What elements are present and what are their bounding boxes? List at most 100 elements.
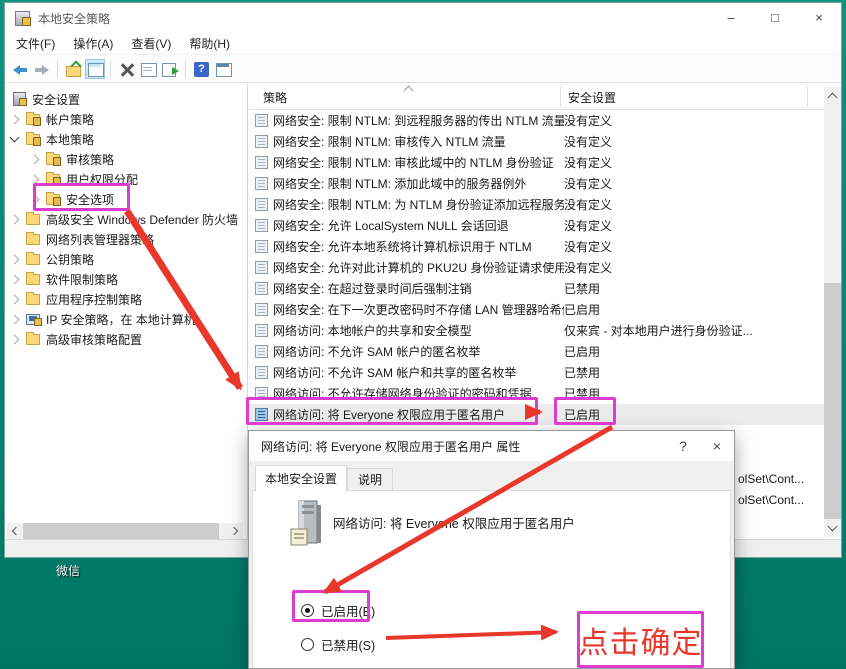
policy-row[interactable]: 网络访问: 将 Everyone 权限应用于匿名用户已启用: [249, 404, 824, 425]
tree-item-5[interactable]: 安全选项: [5, 189, 247, 209]
chevron-right-icon[interactable]: [10, 114, 20, 124]
dialog-close-button[interactable]: ×: [700, 431, 734, 461]
tree-horizontal-scrollbar[interactable]: [7, 523, 243, 539]
hidden-row-fragment: olSet\Cont...: [738, 493, 804, 507]
console-tree-pane: 安全设置帐户策略本地策略审核策略用户权限分配安全选项高级安全 Windows D…: [5, 83, 248, 541]
policy-name-cell: 网络安全: 限制 NTLM: 到远程服务器的传出 NTLM 流量: [273, 112, 564, 129]
policy-doc-icon: [255, 303, 268, 316]
tree-item-label: 本地策略: [46, 131, 94, 148]
menu-item-1[interactable]: 操作(A): [64, 33, 122, 55]
chevron-right-icon[interactable]: [30, 194, 40, 204]
policy-name-cell: 网络安全: 允许对此计算机的 PKU2U 身份验证请求使用联...: [273, 259, 564, 276]
title-bar[interactable]: 本地安全策略 – □ ×: [5, 3, 841, 33]
tree-item-11[interactable]: IP 安全策略，在 本地计算机: [5, 309, 247, 329]
toolbar-separator: [185, 60, 186, 78]
policy-row[interactable]: 网络安全: 限制 NTLM: 审核传入 NTLM 流量没有定义: [249, 131, 824, 152]
tree-item-7[interactable]: 网络列表管理器策略: [5, 229, 247, 249]
policy-row[interactable]: 网络安全: 允许本地系统将计算机标识用于 NTLM没有定义: [249, 236, 824, 257]
security-setting-cell: 仅来宾 - 对本地用户进行身份验证...: [564, 322, 819, 339]
tree-item-1[interactable]: 帐户策略: [5, 109, 247, 129]
menu-item-0[interactable]: 文件(F): [7, 33, 64, 55]
folder-icon: [26, 294, 40, 305]
security-setting-cell: 没有定义: [564, 238, 819, 255]
help-icon[interactable]: [191, 59, 211, 79]
new-window-icon[interactable]: [213, 59, 233, 79]
menu-item-3[interactable]: 帮助(H): [180, 33, 239, 55]
chevron-right-icon[interactable]: [10, 214, 20, 224]
up-level-icon[interactable]: [63, 59, 83, 79]
radio-unselected-icon[interactable]: [301, 638, 314, 651]
tree-item-label: 应用程序控制策略: [46, 291, 142, 308]
policy-row[interactable]: 网络安全: 在下一次更改密码时不存储 LAN 管理器哈希值已启用: [249, 299, 824, 320]
tree-item-4[interactable]: 用户权限分配: [5, 169, 247, 189]
tree-item-label: IP 安全策略，在 本地计算机: [46, 311, 196, 328]
policy-row[interactable]: 网络安全: 限制 NTLM: 添加此域中的服务器例外没有定义: [249, 173, 824, 194]
toolbar-separator: [57, 60, 58, 78]
policy-row[interactable]: 网络安全: 限制 NTLM: 为 NTLM 身份验证添加远程服务器...没有定义: [249, 194, 824, 215]
policy-name-cell: 网络安全: 允许 LocalSystem NULL 会话回退: [273, 217, 564, 234]
tree-item-3[interactable]: 审核策略: [5, 149, 247, 169]
tree-item-8[interactable]: 公钥策略: [5, 249, 247, 269]
properties-icon[interactable]: [138, 59, 158, 79]
radio-disabled[interactable]: 已禁用(S): [301, 635, 375, 654]
list-vertical-scrollbar[interactable]: [824, 87, 841, 537]
scrollbar-thumb[interactable]: [824, 283, 841, 519]
column-divider[interactable]: [807, 86, 808, 107]
tree-item-12[interactable]: 高级审核策略配置: [5, 329, 247, 349]
radio-selected-icon[interactable]: [301, 604, 314, 617]
dialog-title-bar[interactable]: 网络访问: 将 Everyone 权限应用于匿名用户 属性 ? ×: [249, 431, 734, 461]
tree-item-2[interactable]: 本地策略: [5, 129, 247, 149]
chevron-right-icon[interactable]: [30, 174, 40, 184]
column-divider[interactable]: [560, 86, 561, 107]
policy-row[interactable]: 网络安全: 在超过登录时间后强制注销已禁用: [249, 278, 824, 299]
back-icon[interactable]: [10, 59, 30, 79]
menu-item-2[interactable]: 查看(V): [122, 33, 180, 55]
tree-item-label: 网络列表管理器策略: [46, 231, 154, 248]
column-header-policy[interactable]: 策略: [263, 89, 287, 106]
security-setting-cell: 没有定义: [564, 112, 819, 129]
policy-row[interactable]: 网络访问: 不允许 SAM 帐户和共享的匿名枚举已禁用: [249, 362, 824, 383]
policy-doc-icon: [255, 135, 268, 148]
scroll-right-icon[interactable]: [227, 523, 243, 539]
chevron-right-icon[interactable]: [10, 314, 20, 324]
scroll-left-icon[interactable]: [7, 523, 23, 539]
policy-row[interactable]: 网络访问: 本地帐户的共享和安全模型仅来宾 - 对本地用户进行身份验证...: [249, 320, 824, 341]
policy-row[interactable]: 网络安全: 限制 NTLM: 到远程服务器的传出 NTLM 流量没有定义: [249, 110, 824, 131]
scrollbar-thumb[interactable]: [23, 523, 219, 539]
tab-local-security-setting[interactable]: 本地安全设置: [255, 465, 347, 492]
policy-row[interactable]: 网络访问: 不允许存储网络身份验证的密码和凭据已禁用: [249, 383, 824, 404]
scroll-down-icon[interactable]: [824, 520, 841, 537]
policy-row[interactable]: 网络安全: 限制 NTLM: 审核此域中的 NTLM 身份验证没有定义: [249, 152, 824, 173]
show-console-tree-icon[interactable]: [85, 59, 105, 79]
export-list-icon[interactable]: [160, 59, 180, 79]
delete-icon[interactable]: [116, 59, 136, 79]
chevron-right-icon[interactable]: [10, 334, 20, 344]
minimize-button[interactable]: –: [709, 3, 753, 33]
tree-item-0[interactable]: 安全设置: [5, 89, 247, 109]
dialog-policy-label: 网络访问: 将 Everyone 权限应用于匿名用户: [333, 513, 575, 532]
policy-row[interactable]: 网络安全: 允许对此计算机的 PKU2U 身份验证请求使用联...没有定义: [249, 257, 824, 278]
policy-doc-icon: [255, 387, 268, 400]
security-setting-cell: 没有定义: [564, 154, 819, 171]
tree-item-6[interactable]: 高级安全 Windows Defender 防火墙: [5, 209, 247, 229]
radio-enabled[interactable]: 已启用(E): [301, 601, 375, 620]
close-button[interactable]: ×: [797, 3, 841, 33]
tab-description[interactable]: 说明: [347, 468, 393, 491]
tree-item-10[interactable]: 应用程序控制策略: [5, 289, 247, 309]
chevron-right-icon[interactable]: [10, 294, 20, 304]
folder-icon: [26, 274, 40, 285]
policy-row[interactable]: 网络访问: 不允许 SAM 帐户的匿名枚举已启用: [249, 341, 824, 362]
tree-item-9[interactable]: 软件限制策略: [5, 269, 247, 289]
policy-row[interactable]: 网络安全: 允许 LocalSystem NULL 会话回退没有定义: [249, 215, 824, 236]
dialog-help-button[interactable]: ?: [666, 431, 700, 461]
desktop-icon-label-wechat[interactable]: 微信: [56, 562, 80, 579]
column-header-setting[interactable]: 安全设置: [568, 89, 616, 106]
security-setting-cell: 没有定义: [564, 196, 819, 213]
maximize-button[interactable]: □: [753, 3, 797, 33]
scroll-up-icon[interactable]: [824, 87, 841, 104]
chevron-right-icon[interactable]: [30, 154, 40, 164]
forward-icon[interactable]: [32, 59, 52, 79]
chevron-right-icon[interactable]: [10, 254, 20, 264]
chevron-down-icon[interactable]: [10, 133, 20, 143]
chevron-right-icon[interactable]: [10, 274, 20, 284]
